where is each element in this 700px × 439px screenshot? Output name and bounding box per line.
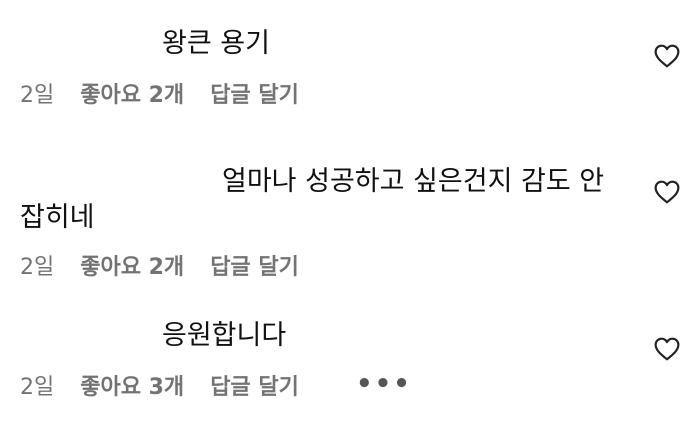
heart-icon <box>654 180 680 204</box>
more-options-icon[interactable]: ••• <box>356 370 412 398</box>
likes-count-button[interactable]: 좋아요 3개 <box>80 375 184 400</box>
comment-meta: 2일 좋아요 3개 답글 달기 ••• <box>20 370 410 402</box>
comment-meta: 2일 좋아요 2개 답글 달기 <box>20 82 299 110</box>
comment-text-line-2: 잡히네 <box>20 202 95 233</box>
comment-time: 2일 <box>20 375 55 400</box>
reply-button[interactable]: 답글 달기 <box>210 375 299 400</box>
like-button[interactable] <box>654 180 680 204</box>
comment-text: 얼마나 성공하고 싶은건지 감도 안 <box>222 166 605 197</box>
comment-text: 응원합니다 <box>162 320 287 351</box>
reply-button[interactable]: 답글 달기 <box>210 255 299 280</box>
comment-text: 왕큰 용기 <box>162 28 270 59</box>
reply-button[interactable]: 답글 달기 <box>210 83 299 108</box>
comment-time: 2일 <box>20 83 55 108</box>
comment-meta: 2일 좋아요 2개 답글 달기 <box>20 254 299 282</box>
heart-icon <box>654 337 680 361</box>
like-button[interactable] <box>654 337 680 361</box>
likes-count-button[interactable]: 좋아요 2개 <box>80 255 184 280</box>
likes-count-button[interactable]: 좋아요 2개 <box>80 83 184 108</box>
heart-icon <box>654 44 680 68</box>
like-button[interactable] <box>654 44 680 68</box>
comment-time: 2일 <box>20 255 55 280</box>
